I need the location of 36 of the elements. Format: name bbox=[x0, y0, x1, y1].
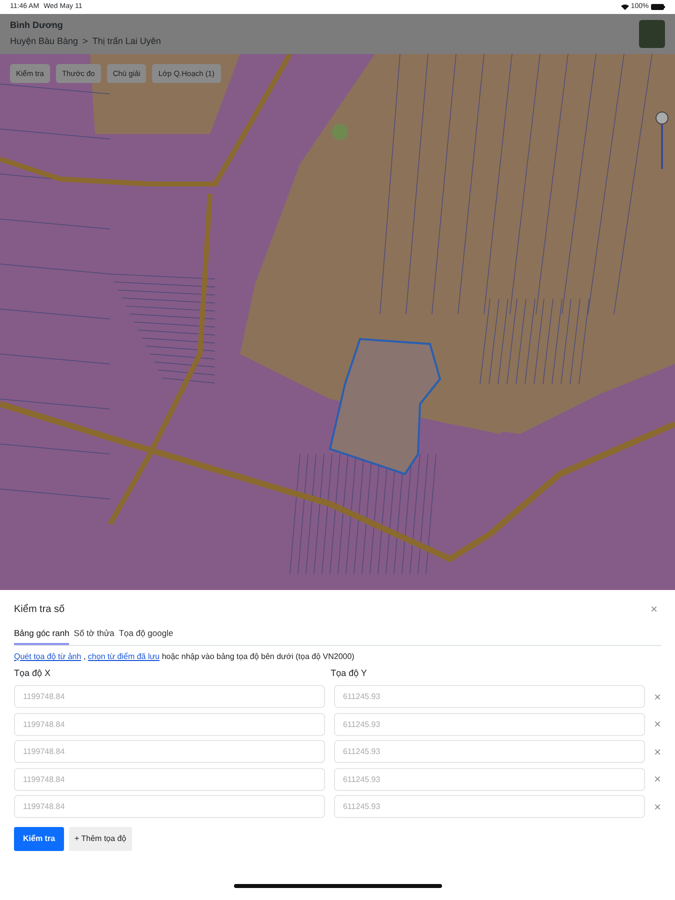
hint-text: hoặc nhập vào bảng tọa độ bên dưới (tọa độ VN2000) bbox=[162, 650, 354, 663]
remove-row-button[interactable]: × bbox=[654, 715, 661, 734]
wifi-icon bbox=[620, 4, 629, 10]
battery-icon bbox=[651, 4, 665, 10]
coordinate-x-field[interactable]: 1199748.84 bbox=[14, 740, 325, 764]
coordinate-y-field[interactable]: 611245.93 bbox=[334, 740, 645, 764]
column-label: Tọa độ X bbox=[14, 668, 51, 678]
remove-row-button[interactable]: × bbox=[654, 770, 661, 788]
breadcrumb-separator: > bbox=[82, 35, 88, 48]
close-button[interactable]: × bbox=[647, 600, 661, 618]
coordinate-x-field[interactable]: 1199748.84 bbox=[14, 712, 325, 736]
tab[interactable]: Bảng góc ranh bbox=[14, 622, 70, 646]
panel-title: Kiểm tra số bbox=[14, 602, 65, 616]
satellite-thumbnail[interactable] bbox=[639, 20, 665, 48]
map-drawing[interactable] bbox=[0, 54, 675, 590]
remove-row-button[interactable]: × bbox=[654, 798, 661, 816]
coordinate-y-field[interactable]: 611245.93 bbox=[334, 712, 645, 736]
check-button[interactable]: Kiểm tra bbox=[14, 827, 64, 852]
coordinate-x-field[interactable]: 1199748.84 bbox=[14, 795, 325, 818]
remove-row-button[interactable]: × bbox=[654, 742, 661, 761]
tab[interactable]: Tọa độ google bbox=[118, 622, 174, 646]
hint-link[interactable]: chọn từ điểm đã lưu bbox=[88, 650, 160, 663]
breadcrumb-item[interactable]: Thị trấn Lai Uyên bbox=[92, 35, 161, 49]
column-label: Tọa độ Y bbox=[330, 668, 367, 678]
coordinate-x-field[interactable]: 1199748.84 bbox=[14, 685, 325, 708]
coordinate-x-field[interactable]: 1199748.84 bbox=[14, 768, 325, 791]
add-coordinate-button[interactable]: + Thêm tọa độ bbox=[68, 827, 132, 852]
separator-text: , bbox=[83, 650, 86, 663]
tab[interactable]: Số tờ thửa bbox=[74, 622, 114, 646]
region-title: Bình Dương bbox=[10, 19, 64, 32]
remove-row-button[interactable]: × bbox=[654, 688, 661, 706]
coordinate-y-field[interactable]: 611245.93 bbox=[334, 768, 645, 791]
coordinate-y-field[interactable]: 611245.93 bbox=[334, 685, 645, 708]
coordinate-y-field[interactable]: 611245.93 bbox=[334, 795, 645, 818]
hint-link[interactable]: Quét tọa độ từ ảnh bbox=[14, 650, 82, 663]
breadcrumb-item[interactable]: Huyện Bàu Bàng bbox=[10, 35, 78, 49]
